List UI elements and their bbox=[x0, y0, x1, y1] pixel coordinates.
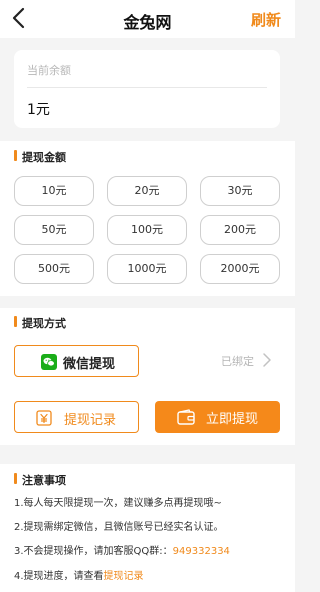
notes-section-title: 注意事项 bbox=[14, 472, 66, 488]
amount-option-200[interactable]: 200元 bbox=[200, 215, 280, 245]
header-bar: 金兔网 刷新 bbox=[0, 0, 295, 38]
chevron-right-icon[interactable] bbox=[262, 352, 272, 368]
note-item: 1.每人每天限提现一次，建议赚多点再提现哦~ bbox=[14, 498, 222, 509]
amount-section-title: 提现金额 bbox=[14, 149, 66, 165]
amount-option-1000[interactable]: 1000元 bbox=[107, 254, 187, 284]
amount-option-100[interactable]: 100元 bbox=[107, 215, 187, 245]
wallet-icon bbox=[177, 409, 195, 425]
bound-status: 已绑定 bbox=[221, 355, 254, 368]
amount-option-2000[interactable]: 2000元 bbox=[200, 254, 280, 284]
withdraw-records-link[interactable]: 提现记录 bbox=[104, 571, 144, 582]
amount-option-20[interactable]: 20元 bbox=[107, 176, 187, 206]
withdraw-now-label: 立即提现 bbox=[206, 412, 259, 427]
amount-option-500[interactable]: 500元 bbox=[14, 254, 94, 284]
yuan-ticket-icon bbox=[35, 410, 53, 426]
note-text: 4.提现进度，请查看 bbox=[14, 571, 104, 582]
amount-option-10[interactable]: 10元 bbox=[14, 176, 94, 206]
note-item: 2.提现需绑定微信，且微信账号已经实名认证。 bbox=[14, 522, 224, 533]
withdraw-records-button[interactable]: 提现记录 bbox=[14, 401, 139, 433]
note-text: 3.不会提现操作，请加客服QQ群:： bbox=[14, 546, 173, 557]
note-item: 3.不会提现操作，请加客服QQ群:：949332334 bbox=[14, 542, 230, 557]
wechat-withdraw-button[interactable]: 微信提现 bbox=[14, 345, 139, 377]
balance-label: 当前余额 bbox=[27, 64, 71, 77]
qq-group-number[interactable]: 949332334 bbox=[173, 546, 230, 557]
balance-card: 当前余额 1元 bbox=[14, 50, 280, 128]
wechat-withdraw-label: 微信提现 bbox=[63, 357, 116, 372]
note-item: 4.提现进度，请查看提现记录 bbox=[14, 567, 144, 582]
withdraw-records-label: 提现记录 bbox=[64, 413, 117, 428]
withdraw-now-button[interactable]: 立即提现 bbox=[155, 401, 280, 433]
amount-option-50[interactable]: 50元 bbox=[14, 215, 94, 245]
balance-divider bbox=[27, 87, 267, 88]
refresh-button[interactable]: 刷新 bbox=[251, 9, 281, 30]
amount-option-30[interactable]: 30元 bbox=[200, 176, 280, 206]
wechat-icon bbox=[41, 354, 57, 370]
method-section-title: 提现方式 bbox=[14, 315, 66, 331]
balance-value: 1元 bbox=[27, 102, 50, 118]
